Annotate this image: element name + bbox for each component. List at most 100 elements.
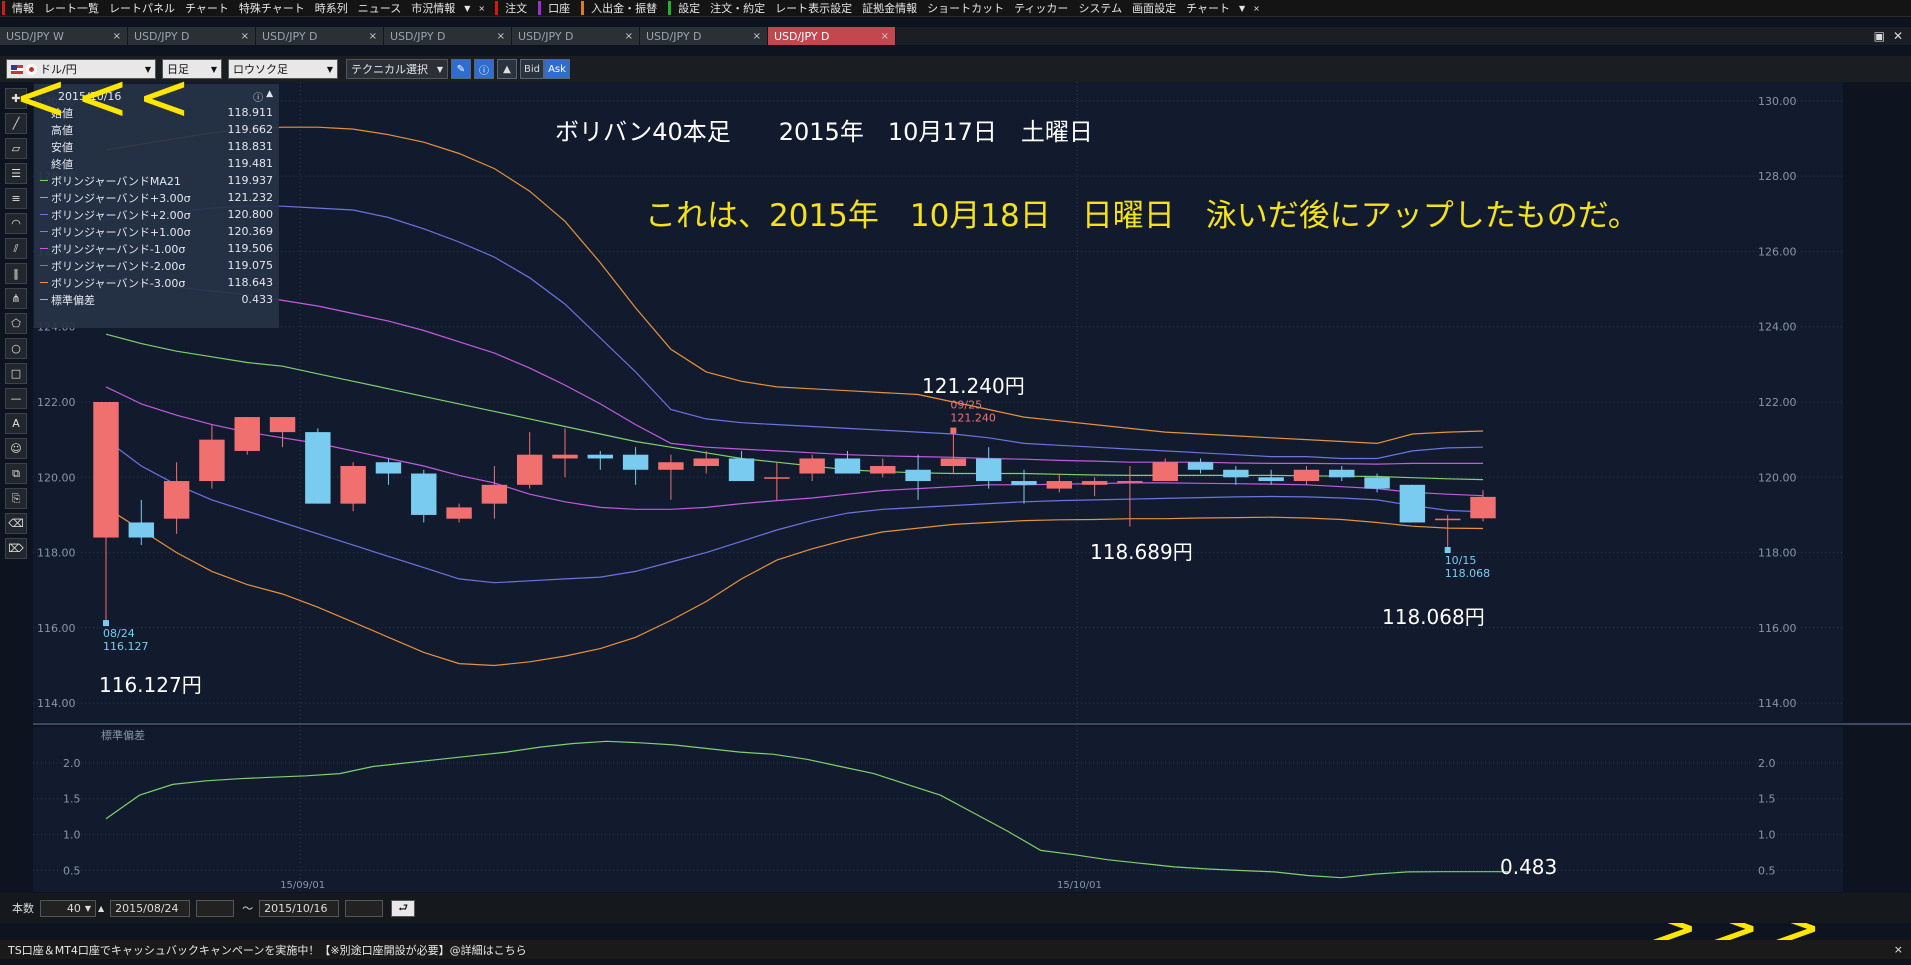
info-icon[interactable]: ⓘ [474,59,494,79]
ruler-icon[interactable]: ▱ [5,138,27,159]
menu-chevron-icon[interactable]: ▼ [1235,0,1249,16]
eraser-all-icon[interactable]: ⌦ [5,538,27,559]
close-icon[interactable]: × [1894,943,1903,956]
chart-tab[interactable]: USD/JPY D × [256,27,384,45]
vertical-lines-icon[interactable]: ‖ [5,263,27,284]
bid-button[interactable]: Bid [520,59,544,79]
menu-item[interactable]: レートパネル [104,0,180,16]
tab-close-icon[interactable]: × [113,31,121,42]
menu-item[interactable]: レート表示設定 [770,0,857,16]
candle-body [1187,462,1214,470]
chart-tab[interactable]: USD/JPY D × [512,27,640,45]
menu-item[interactable]: 入出金・振替 [586,0,662,16]
menu-close-icon[interactable]: × [474,0,489,16]
menu-item[interactable]: 特殊チャート [234,0,310,16]
tab-close-icon[interactable]: × [753,31,761,42]
eraser-icon[interactable]: ⌫ [5,513,27,534]
info-row-label-wrap: ボリンジャーバンド-1.00σ [40,241,185,257]
info-row-label: 安値 [51,140,73,154]
area-chart-icon[interactable]: ▲ [497,59,517,79]
chart-type-select[interactable]: ロウソク足 ▼ [228,59,338,79]
channel-icon[interactable]: ⫽ [5,238,27,259]
info-icon[interactable]: ⓘ [253,89,263,104]
reload-icon[interactable]: ⮐ [391,899,416,917]
sub-pane [33,727,1843,892]
prev-page-arrows[interactable]: <<< [14,66,199,130]
technical-select-label: テクニカル選択 [351,63,428,76]
info-row-value: 120.800 [227,208,274,221]
campaign-text[interactable]: TS口座＆MT4口座でキャッシュバックキャンペーンを実施中！【※別途口座開設が必… [8,942,527,958]
pentagon-icon[interactable]: ⬠ [5,313,27,334]
marker-value: 121.240 [950,412,996,425]
technical-select[interactable]: テクニカル選択 ▼ [346,59,448,79]
candle-body [1258,477,1284,482]
chevron-down-icon: ▼ [210,64,217,74]
chart-tab[interactable]: USD/JPY D × [128,27,256,45]
tab-close-icon[interactable]: × [881,31,889,42]
chevron-down-icon: ▼ [326,64,333,74]
y-tick-left: 122.00 [37,396,76,409]
collapse-icon[interactable]: ▲ [266,89,273,104]
candle-body [905,469,931,482]
info-row-value: 119.937 [227,174,274,187]
chevron-up-icon[interactable]: ▲ [98,904,104,913]
menu-item[interactable]: 証拠金情報 [857,0,922,16]
chart-tab[interactable]: USD/JPY D × [768,27,896,45]
chart-tab-bar: USD/JPY W × USD/JPY D × USD/JPY D × USD/JPY D ×… [0,27,1911,45]
pitchfork-icon[interactable]: ⋔ [5,288,27,309]
menu-item[interactable]: 時系列 [310,0,353,16]
hline-icon[interactable]: — [5,388,27,409]
maximize-icon[interactable]: ▣ [1874,29,1885,43]
candle-body [446,507,472,519]
menu-item[interactable]: ショートカット [922,0,1009,16]
end-time-field[interactable] [345,899,384,917]
rectangle-icon[interactable]: □ [5,363,27,384]
bar-count-stepper[interactable]: 40 ▼ [40,899,96,917]
chart-tab[interactable]: USD/JPY D × [640,27,768,45]
menu-item[interactable]: 口座 [543,0,575,16]
tab-close-icon[interactable]: × [369,31,377,42]
menu-item[interactable]: ティッカー [1009,0,1073,16]
pen-icon[interactable]: ✎ [451,59,471,79]
menu-item[interactable]: 画面設定 [1127,0,1181,16]
tab-close-icon[interactable]: × [241,31,249,42]
menu-close-icon[interactable]: × [1249,0,1264,16]
menu-item[interactable]: ニュース [353,0,406,16]
menu-item[interactable]: 市況情報 [406,0,460,16]
ask-button[interactable]: Ask [544,59,570,79]
chevron-down-icon[interactable]: ▼ [85,904,91,913]
paste-icon[interactable]: ⎘ [5,488,27,509]
menu-item[interactable]: 注文 [500,0,532,16]
circle-icon[interactable]: ○ [5,338,27,359]
info-row-label-wrap: ボリンジャーバンド-3.00σ [40,275,185,291]
tab-close-icon[interactable]: × [497,31,505,42]
multi-lines-icon[interactable]: ≡ [5,188,27,209]
menu-item[interactable]: システム [1073,0,1127,16]
arc-icon[interactable]: ◠ [5,213,27,234]
text-icon[interactable]: A [5,413,27,434]
stamp-icon[interactable]: ☺ [5,438,27,459]
price-marker [103,620,109,627]
menu-item[interactable]: 設定 [673,0,705,16]
end-date-field[interactable]: 2015/10/16 [259,899,340,917]
menu-chevron-icon[interactable]: ▼ [460,0,474,16]
candle-body [1081,481,1108,485]
menu-item[interactable]: チャート [1181,0,1235,16]
y-tick-right: 130.00 [1758,95,1797,108]
horizontal-lines-icon[interactable]: ☰ [5,163,27,184]
start-time-field[interactable] [196,899,235,917]
menu-item[interactable]: 注文・約定 [705,0,770,16]
campaign-status-bar[interactable]: TS口座＆MT4口座でキャッシュバックキャンペーンを実施中！【※別途口座開設が必… [0,940,1911,959]
menu-item[interactable]: レート一覧 [39,0,104,16]
candle-body [1046,481,1073,489]
start-date-field[interactable]: 2015/08/24 [110,899,191,917]
menu-item[interactable]: チャート [180,0,234,16]
tab-close-icon[interactable]: × [625,31,633,42]
close-icon[interactable]: ✕ [1893,29,1903,43]
y-tick-right: 124.00 [1758,321,1797,334]
sub-y-tick-right: 1.0 [1758,829,1776,842]
chart-tab[interactable]: USD/JPY D × [384,27,512,45]
copy-icon[interactable]: ⧉ [5,463,27,484]
menu-item[interactable]: 情報 [7,0,39,16]
chart-tab[interactable]: USD/JPY W × [0,27,128,45]
